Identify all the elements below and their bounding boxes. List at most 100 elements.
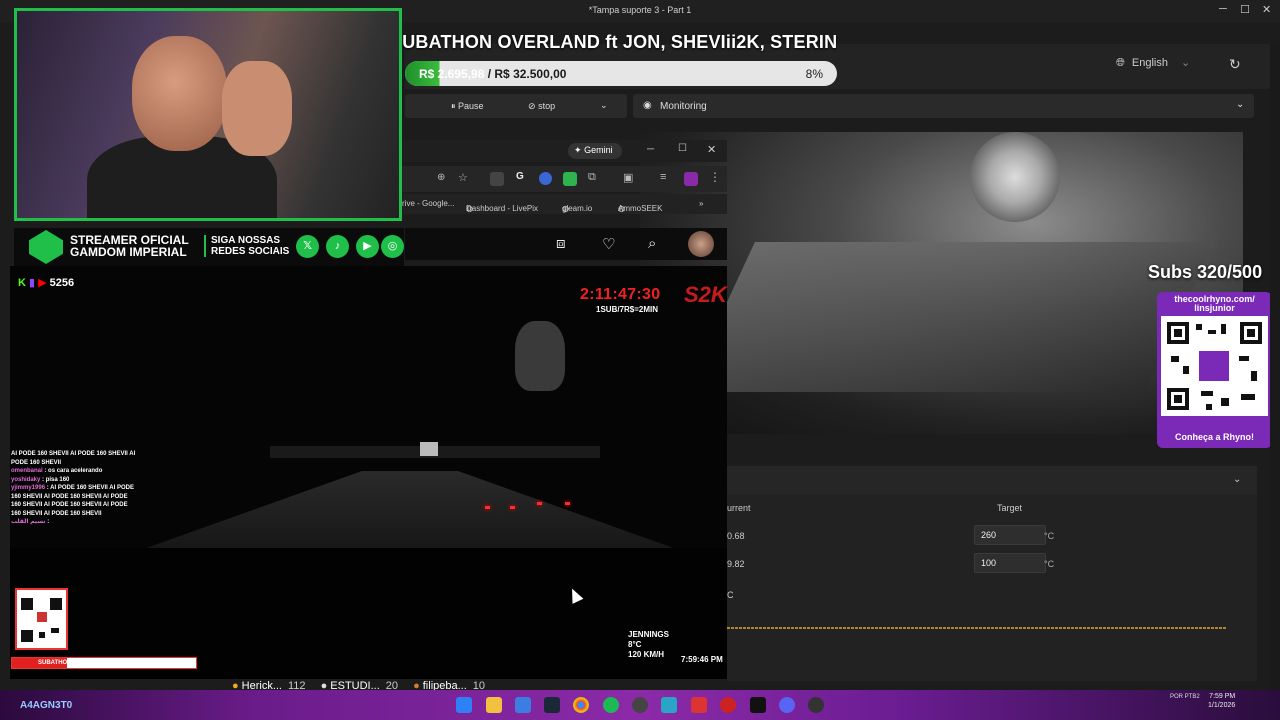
timer-rule: 1SUB/7R$=2MIN (596, 305, 659, 314)
streamer-hand (222, 61, 292, 156)
tail-light (510, 506, 515, 509)
x-twitter-icon: 𝕏 (296, 235, 319, 258)
bookmark-label: Dashboard - LivePix (466, 204, 539, 213)
extension-icon[interactable] (563, 172, 577, 186)
refresh-icon[interactable]: ↻ (1229, 56, 1241, 73)
raised-amount: R$ 2.695,98 (419, 67, 485, 81)
zoom-icon[interactable]: ⊕ (437, 172, 445, 183)
heart-icon[interactable]: ♡ (602, 235, 615, 253)
gemini-button[interactable]: ✦ Gemini (568, 143, 622, 159)
kick-header: ⧈ ♡ ⌕ (405, 228, 727, 260)
progress-percent: 8% (805, 67, 823, 81)
app-icon[interactable] (691, 697, 707, 713)
printer-camera-feed (640, 132, 1243, 434)
banner-line2: GAMDOM IMPERIAL (70, 245, 187, 259)
temperature-graph (727, 627, 1227, 629)
app-icon[interactable] (808, 697, 824, 713)
chat-user: yoshidaky (11, 476, 41, 483)
grammarly-icon[interactable]: G (516, 171, 524, 182)
extension-icon[interactable] (490, 172, 504, 186)
minimize-button[interactable]: ─ (647, 144, 654, 155)
subs-counter: Subs 320/500 (1148, 262, 1263, 282)
tail-light (537, 502, 542, 505)
avatar[interactable] (688, 231, 714, 257)
pause-label: Pause (458, 101, 484, 111)
clips-icon[interactable]: ⧈ (556, 235, 566, 252)
windows-start-icon[interactable] (456, 697, 472, 713)
minimize-button[interactable]: ─ (1219, 3, 1227, 15)
instagram-icon: ◎ (381, 235, 404, 258)
bed-target-input[interactable]: 100 (974, 553, 1046, 573)
reading-list-icon[interactable]: ≡ (660, 171, 666, 183)
nozzle-unit: °C (1044, 531, 1055, 541)
taskbar-username: A4AGN3T0 (20, 700, 73, 711)
nozzle-current-temp: 0.68 (727, 531, 745, 541)
file-explorer-icon[interactable] (486, 697, 502, 713)
menu-icon[interactable]: ⋮ (709, 170, 721, 184)
chat-user: نسيم القلب (11, 519, 46, 525)
close-button[interactable]: ✕ (1262, 3, 1271, 16)
monitoring-label: Monitoring (660, 101, 707, 112)
bookmark-label: AmmoSEEK (618, 204, 663, 213)
tiktok-icon: ♪ (326, 235, 349, 258)
outlook-icon[interactable] (515, 697, 531, 713)
bookmarks-bar: rive - Google... ◍ Dashboard - LivePix ◍… (402, 194, 727, 214)
qr-pattern (21, 598, 62, 642)
target-header: Target (997, 503, 1023, 513)
goal-amount: / R$ 32.500,00 (484, 67, 567, 81)
donation-qr-code (15, 588, 68, 650)
bookmark-star-icon[interactable]: ☆ (458, 171, 468, 184)
app-icon[interactable] (661, 697, 677, 713)
chevron-down-icon: ⌄ (1236, 99, 1245, 110)
chevron-down-icon: ⌄ (1233, 474, 1242, 485)
extension-icon[interactable] (539, 172, 552, 185)
youtube-icon: ▶ (356, 235, 379, 258)
puzzle-icon[interactable]: ⧉ (588, 171, 596, 184)
discord-icon[interactable] (779, 697, 795, 713)
chevron-double-right-icon[interactable]: » (699, 199, 703, 208)
subathon-progress-bar: R$ 2.695,98 / R$ 32.500,00 8% (405, 61, 837, 86)
print-head (970, 132, 1060, 222)
scrollbar[interactable] (1270, 44, 1280, 690)
keyboard-language[interactable]: POR PTB2 (1170, 694, 1200, 701)
viewer-count: K ▮ ▶ 5256 (18, 276, 74, 289)
search-icon[interactable]: ⌕ (648, 235, 656, 252)
subathon-timer: 2:11:47:30 (580, 286, 661, 303)
camera-icon: ◉ (643, 100, 652, 111)
bookmark-google-drive[interactable]: rive - Google... (402, 199, 454, 208)
app-icon[interactable] (632, 697, 648, 713)
sponsor-cta: Conheça a Rhyno! (1174, 432, 1254, 442)
chat-user: yjimmy1996 (11, 485, 46, 491)
tail-light (485, 506, 490, 509)
maximize-button[interactable]: ☐ (678, 143, 687, 154)
chat-text: : os cara acelerando (44, 468, 103, 474)
streamer-webcam (14, 8, 402, 221)
chat-message: AI PODE 160 SHEVII AI PODE 160 SHEVII AI… (11, 450, 136, 467)
spotify-icon[interactable] (603, 697, 619, 713)
language-selector[interactable]: 🌐︎ English ⌄ (1116, 56, 1190, 70)
stop-button[interactable]: ⊘ stop (528, 101, 555, 112)
driver-silhouette (515, 321, 565, 391)
chat-text: AI PODE 160 SHEVII AI PODE 160 SHEVII AI… (11, 451, 136, 466)
goal-bar-text: SUBATHON (R$ 11.997,40/R$ 40.000,00) (38, 660, 151, 666)
profile-icon[interactable] (684, 172, 698, 186)
system-clock[interactable]: 7:59 PM 1/1/2026 (1208, 692, 1235, 710)
pause-button[interactable]: ⏸ Pause (451, 101, 484, 112)
maximize-button[interactable]: ☐ (1240, 3, 1250, 16)
sponsor-qr-card: thecoolrhyno.com/linsjunior Conheça a Rh… (1157, 292, 1272, 448)
obs-icon[interactable] (720, 697, 736, 713)
media-icon[interactable]: ▣ (623, 171, 633, 184)
steam-icon[interactable] (544, 697, 560, 713)
banner-text-social: SIGA NOSSAS REDES SOCIAIS (204, 235, 289, 257)
monitoring-header[interactable]: ◉ Monitoring ⌄ (633, 94, 1254, 118)
chrome-icon[interactable] (573, 697, 589, 713)
temperature-panel-header[interactable]: ⌄ (727, 466, 1257, 494)
terminal-icon[interactable] (750, 697, 766, 713)
speed-text: 120 KM/H (628, 650, 665, 659)
banner-text-main: STREAMER OFICIAL GAMDOM IMPERIAL (70, 234, 189, 258)
close-button[interactable]: ✕ (707, 143, 716, 156)
chevron-down-icon[interactable]: ⌄ (600, 100, 608, 111)
sponsor-banner: STREAMER OFICIAL GAMDOM IMPERIAL SIGA NOS… (14, 228, 404, 266)
taskbar (0, 690, 1280, 720)
nozzle-target-input[interactable]: 260 (974, 525, 1046, 545)
